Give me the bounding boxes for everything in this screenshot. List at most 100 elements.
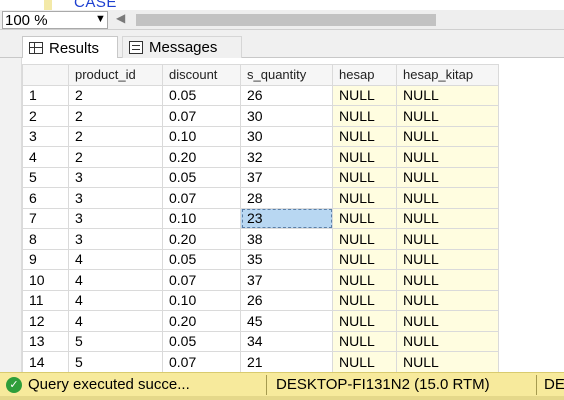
table-row[interactable]: 2 2 0.07 30 NULL NULL (22, 105, 499, 127)
row-number[interactable]: 7 (22, 207, 69, 229)
hesap-cell[interactable]: NULL (332, 289, 397, 311)
product-id-cell[interactable]: 4 (68, 248, 163, 270)
results-table[interactable]: product_id discount s_quantity hesap hes… (22, 64, 499, 372)
discount-cell[interactable]: 0.05 (162, 330, 241, 352)
table-row[interactable]: 1 2 0.05 26 NULL NULL (22, 84, 499, 106)
table-row[interactable]: 11 4 0.10 26 NULL NULL (22, 289, 499, 311)
hesap-cell[interactable]: NULL (332, 330, 397, 352)
tab-results[interactable]: Results (22, 36, 118, 59)
discount-cell[interactable]: 0.20 (162, 310, 241, 332)
table-row[interactable]: 9 4 0.05 35 NULL NULL (22, 248, 499, 270)
s-quantity-cell[interactable]: 21 (240, 351, 333, 372)
s-quantity-cell[interactable]: 30 (240, 125, 333, 147)
hesap-cell[interactable]: NULL (332, 228, 397, 250)
hesap-cell[interactable]: NULL (332, 351, 397, 372)
row-number[interactable]: 5 (22, 166, 69, 188)
s-quantity-cell[interactable]: 38 (240, 228, 333, 250)
s-quantity-cell[interactable]: 30 (240, 105, 333, 127)
hesap-cell[interactable]: NULL (332, 146, 397, 168)
discount-cell[interactable]: 0.05 (162, 248, 241, 270)
hesap-kitap-cell[interactable]: NULL (396, 146, 499, 168)
hesap-kitap-cell[interactable]: NULL (396, 310, 499, 332)
row-number[interactable]: 8 (22, 228, 69, 250)
product-id-cell[interactable]: 4 (68, 269, 163, 291)
zoom-dropdown[interactable]: 100 % ▼ (2, 11, 108, 29)
hesap-cell[interactable]: NULL (332, 269, 397, 291)
table-row[interactable]: 8 3 0.20 38 NULL NULL (22, 228, 499, 250)
hesap-kitap-cell[interactable]: NULL (396, 289, 499, 311)
product-id-cell[interactable]: 3 (68, 207, 163, 229)
product-id-cell[interactable]: 4 (68, 289, 163, 311)
discount-cell[interactable]: 0.05 (162, 166, 241, 188)
query-editor-fragment[interactable]: CASE (0, 0, 564, 10)
row-number[interactable]: 6 (22, 187, 69, 209)
row-number[interactable]: 2 (22, 105, 69, 127)
discount-cell[interactable]: 0.10 (162, 289, 241, 311)
table-row[interactable]: 7 3 0.10 23 NULL NULL (22, 207, 499, 229)
hesap-kitap-cell[interactable]: NULL (396, 105, 499, 127)
row-number[interactable]: 10 (22, 269, 69, 291)
discount-cell[interactable]: 0.10 (162, 125, 241, 147)
discount-cell[interactable]: 0.20 (162, 146, 241, 168)
hesap-kitap-cell[interactable]: NULL (396, 248, 499, 270)
row-number[interactable]: 13 (22, 330, 69, 352)
discount-cell[interactable]: 0.10 (162, 207, 241, 229)
horizontal-scrollbar-thumb[interactable] (136, 14, 436, 26)
s-quantity-cell[interactable]: 35 (240, 248, 333, 270)
column-header-discount[interactable]: discount (162, 64, 241, 86)
column-header-hesap-kitap[interactable]: hesap_kitap (396, 64, 499, 86)
hesap-kitap-cell[interactable]: NULL (396, 269, 499, 291)
s-quantity-cell[interactable]: 45 (240, 310, 333, 332)
discount-cell[interactable]: 0.07 (162, 269, 241, 291)
hesap-kitap-cell[interactable]: NULL (396, 166, 499, 188)
s-quantity-cell[interactable]: 32 (240, 146, 333, 168)
code-text[interactable]: CASE (74, 0, 117, 10)
table-row[interactable]: 3 2 0.10 30 NULL NULL (22, 125, 499, 147)
hesap-cell[interactable]: NULL (332, 248, 397, 270)
s-quantity-cell[interactable]: 34 (240, 330, 333, 352)
row-number[interactable]: 14 (22, 351, 69, 372)
hesap-kitap-cell[interactable]: NULL (396, 207, 499, 229)
s-quantity-cell[interactable]: 26 (240, 84, 333, 106)
hesap-kitap-cell[interactable]: NULL (396, 125, 499, 147)
table-row[interactable]: 12 4 0.20 45 NULL NULL (22, 310, 499, 332)
column-header-s-quantity[interactable]: s_quantity (240, 64, 333, 86)
s-quantity-cell[interactable]: 23 (240, 207, 333, 229)
hesap-cell[interactable]: NULL (332, 105, 397, 127)
row-number[interactable]: 11 (22, 289, 69, 311)
row-number[interactable]: 9 (22, 248, 69, 270)
s-quantity-cell[interactable]: 37 (240, 166, 333, 188)
table-row[interactable]: 5 3 0.05 37 NULL NULL (22, 166, 499, 188)
s-quantity-cell[interactable]: 26 (240, 289, 333, 311)
results-grid[interactable]: product_id discount s_quantity hesap hes… (0, 58, 564, 372)
table-row[interactable]: 13 5 0.05 34 NULL NULL (22, 330, 499, 352)
hesap-kitap-cell[interactable]: NULL (396, 228, 499, 250)
table-row[interactable]: 10 4 0.07 37 NULL NULL (22, 269, 499, 291)
product-id-cell[interactable]: 2 (68, 84, 163, 106)
row-number[interactable]: 12 (22, 310, 69, 332)
table-row[interactable]: 6 3 0.07 28 NULL NULL (22, 187, 499, 209)
discount-cell[interactable]: 0.07 (162, 187, 241, 209)
product-id-cell[interactable]: 2 (68, 105, 163, 127)
discount-cell[interactable]: 0.20 (162, 228, 241, 250)
product-id-cell[interactable]: 3 (68, 187, 163, 209)
discount-cell[interactable]: 0.07 (162, 105, 241, 127)
hesap-kitap-cell[interactable]: NULL (396, 351, 499, 372)
scroll-left-icon[interactable]: ◀ (116, 11, 125, 25)
table-row[interactable]: 4 2 0.20 32 NULL NULL (22, 146, 499, 168)
product-id-cell[interactable]: 3 (68, 166, 163, 188)
hesap-cell[interactable]: NULL (332, 207, 397, 229)
hesap-cell[interactable]: NULL (332, 187, 397, 209)
s-quantity-cell[interactable]: 37 (240, 269, 333, 291)
row-number[interactable]: 4 (22, 146, 69, 168)
product-id-cell[interactable]: 3 (68, 228, 163, 250)
table-row[interactable]: 14 5 0.07 21 NULL NULL (22, 351, 499, 372)
chevron-down-icon[interactable]: ▼ (95, 13, 106, 25)
hesap-kitap-cell[interactable]: NULL (396, 187, 499, 209)
row-number-header[interactable] (22, 64, 69, 86)
product-id-cell[interactable]: 4 (68, 310, 163, 332)
product-id-cell[interactable]: 5 (68, 351, 163, 372)
row-number[interactable]: 1 (22, 84, 69, 106)
tab-messages[interactable]: Messages (122, 36, 242, 58)
hesap-cell[interactable]: NULL (332, 84, 397, 106)
